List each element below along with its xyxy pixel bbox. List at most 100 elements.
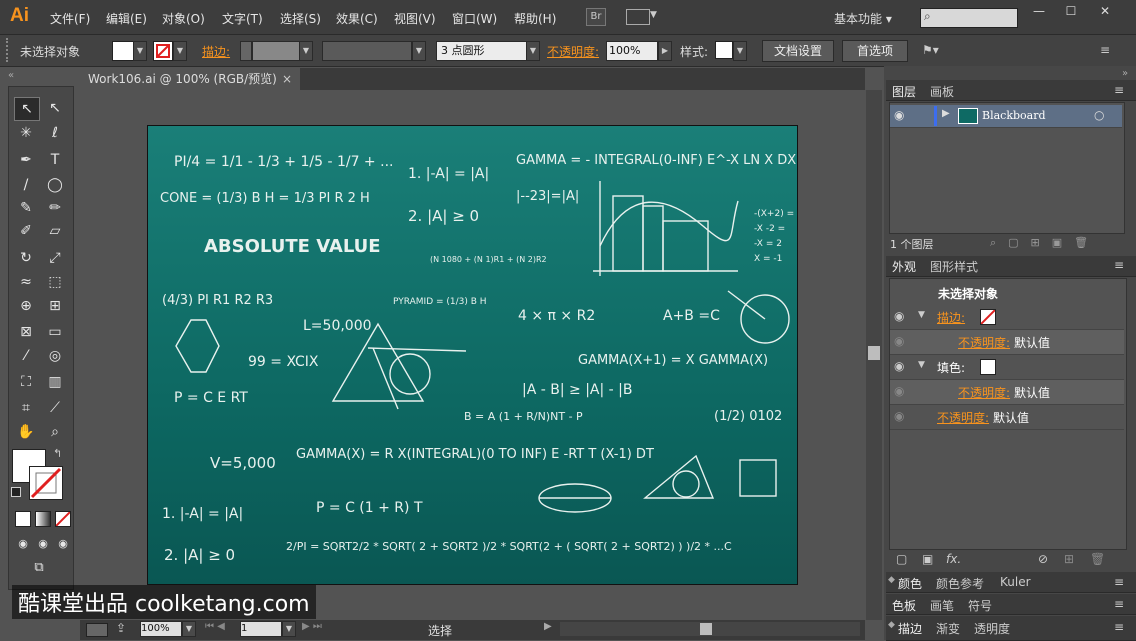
eye-icon[interactable]: ◉ [894, 409, 904, 423]
panel-arrow-icon[interactable]: ◆ [888, 575, 895, 585]
paintbrush-tool-icon[interactable]: ✎ [14, 197, 38, 219]
eye-icon[interactable]: ◉ [894, 309, 904, 323]
opacity-label[interactable]: 不透明度: [958, 384, 1010, 401]
stroke-swatch[interactable] [980, 309, 996, 325]
preferences-button[interactable]: 首选项 [842, 40, 908, 62]
line-tool-icon[interactable]: / [14, 174, 38, 196]
close-button[interactable]: ✕ [1094, 4, 1116, 20]
gpu-icon[interactable] [86, 623, 108, 637]
stroke-dropdown[interactable]: ▼ [173, 41, 187, 61]
layer-row-blackboard[interactable]: ◉ ▶ Blackboard ○ [890, 105, 1122, 128]
tab-color[interactable]: 颜色 [898, 575, 922, 592]
blob-brush-tool-icon[interactable]: ✐ [14, 220, 38, 242]
menu-type[interactable]: 文字(T) [222, 10, 263, 27]
vertical-scrollbar[interactable] [866, 90, 882, 620]
symbol-sprayer-tool-icon[interactable]: ⛶ [14, 371, 38, 393]
tab-swatches[interactable]: 色板 [892, 597, 916, 614]
artboard-dropdown[interactable]: ▼ [282, 621, 296, 637]
tab-brushes[interactable]: 画笔 [930, 597, 954, 614]
appearance-fill-opacity-row[interactable]: ◉ 不透明度: 默认值 [890, 380, 1124, 405]
panel-menu-icon[interactable]: ≡ [1100, 43, 1110, 57]
opacity-label[interactable]: 不透明度: [958, 334, 1010, 351]
type-tool-icon[interactable]: T [43, 149, 67, 171]
eye-icon[interactable]: ◉ [894, 359, 904, 373]
document-setup-button[interactable]: 文档设置 [762, 40, 834, 62]
search-input[interactable]: ⌕ [920, 8, 1018, 28]
appearance-stroke-row[interactable]: ◉ ▼ 描边: [890, 305, 1124, 330]
first-artboard-icon[interactable]: ⏮ ◀ [205, 621, 225, 632]
perspective-grid-tool-icon[interactable]: ⊞ [43, 295, 67, 317]
tab-artboards[interactable]: 画板 [930, 83, 954, 100]
bridge-button[interactable]: Br [586, 8, 606, 26]
ellipse-tool-icon[interactable]: ◯ [43, 174, 67, 196]
brush-definition-field[interactable]: 3 点圆形 [436, 41, 530, 61]
fill-label[interactable]: 填色: [937, 359, 965, 376]
variable-width-dropdown[interactable]: ▼ [412, 41, 426, 61]
stroke-weight-stepper[interactable] [240, 41, 252, 61]
next-artboard-icon[interactable]: ▶ ⏭ [302, 621, 322, 632]
tab-symbols[interactable]: 符号 [968, 597, 992, 614]
add-stroke-icon[interactable]: ▢ [896, 552, 907, 566]
status-menu-arrow[interactable]: ▶ [544, 621, 552, 632]
stroke-color-swatch[interactable] [29, 466, 63, 500]
tab-kuler[interactable]: Kuler [1000, 575, 1031, 589]
appearance-fill-row[interactable]: ◉ ▼ 填色: [890, 355, 1124, 380]
eye-icon[interactable]: ◉ [894, 334, 904, 348]
gradient-mode-icon[interactable] [35, 511, 51, 527]
default-colors-icon[interactable] [11, 487, 21, 497]
menu-help[interactable]: 帮助(H) [514, 10, 556, 27]
layers-footer-icons[interactable]: ⌕▢⊞▣🗑 [990, 236, 1100, 250]
menu-effect[interactable]: 效果(C) [336, 10, 378, 27]
opacity-label[interactable]: 不透明度: [547, 43, 599, 60]
menu-select[interactable]: 选择(S) [280, 10, 321, 27]
workspace-switcher[interactable]: 基本功能 ▾ [834, 10, 892, 27]
menu-edit[interactable]: 编辑(E) [106, 10, 147, 27]
appearance-stroke-opacity-row[interactable]: ◉ 不透明度: 默认值 [890, 330, 1124, 355]
panel-arrow-icon[interactable]: ◆ [888, 620, 895, 630]
maximize-button[interactable]: ☐ [1060, 4, 1082, 20]
menu-object[interactable]: 对象(O) [162, 10, 205, 27]
color-panel-menu-icon[interactable]: ≡ [1114, 575, 1124, 589]
style-dropdown[interactable]: ▼ [733, 41, 747, 61]
minimize-button[interactable]: — [1028, 4, 1050, 20]
document-tab[interactable]: Work106.ai @ 100% (RGB/预览) × [80, 68, 300, 90]
lasso-tool-icon[interactable]: ℓ [43, 122, 67, 144]
style-swatch[interactable] [715, 41, 733, 59]
scale-tool-icon[interactable]: ⤢ [43, 247, 67, 269]
menu-file[interactable]: 文件(F) [50, 10, 90, 27]
clear-appearance-icon[interactable]: ⊘ [1038, 552, 1048, 566]
collapse-panel-icon[interactable]: « [8, 70, 14, 81]
align-icon[interactable]: ⚑▾ [922, 43, 939, 57]
appearance-opacity-row[interactable]: ◉ 不透明度: 默认值 [890, 405, 1124, 430]
pencil-tool-icon[interactable]: ✏ [43, 197, 67, 219]
direct-selection-tool-icon[interactable]: ↖ [43, 97, 67, 119]
tab-stroke[interactable]: 描边 [898, 620, 922, 637]
fill-swatch[interactable] [112, 41, 134, 61]
none-mode-icon[interactable] [55, 511, 71, 527]
slice-tool-icon[interactable]: ⟋ [43, 397, 67, 419]
zoom-tool-icon[interactable]: ⌕ [43, 421, 67, 443]
rotate-tool-icon[interactable]: ↻ [14, 247, 38, 269]
vertical-scroll-thumb[interactable] [868, 346, 880, 360]
stroke-swatch[interactable] [153, 41, 173, 61]
tab-gradient[interactable]: 渐变 [936, 620, 960, 637]
mesh-tool-icon[interactable]: ⊠ [14, 321, 38, 343]
variable-width-field[interactable] [322, 41, 412, 61]
menu-view[interactable]: 视图(V) [394, 10, 436, 27]
expand-icon[interactable]: ▼ [918, 310, 925, 320]
layers-panel-menu-icon[interactable]: ≡ [1114, 83, 1124, 97]
stroke-label[interactable]: 描边: [202, 43, 230, 60]
zoom-dropdown[interactable]: ▼ [182, 621, 196, 637]
magic-wand-tool-icon[interactable]: ✳ [14, 122, 38, 144]
free-transform-tool-icon[interactable]: ⬚ [43, 271, 67, 293]
collapse-dock-icon[interactable]: » [1122, 68, 1128, 79]
pen-tool-icon[interactable]: ✒ [14, 149, 38, 171]
swap-colors-icon[interactable]: ↰ [53, 447, 62, 460]
swatches-panel-menu-icon[interactable]: ≡ [1114, 597, 1124, 611]
hand-tool-icon[interactable]: ✋ [14, 421, 38, 443]
horizontal-scrollbar[interactable] [560, 622, 860, 636]
blend-tool-icon[interactable]: ◎ [43, 345, 67, 367]
tab-graphic-styles[interactable]: 图形样式 [930, 258, 978, 275]
fill-swatch[interactable] [980, 359, 996, 375]
share-icon[interactable]: ⇪ [116, 621, 126, 635]
